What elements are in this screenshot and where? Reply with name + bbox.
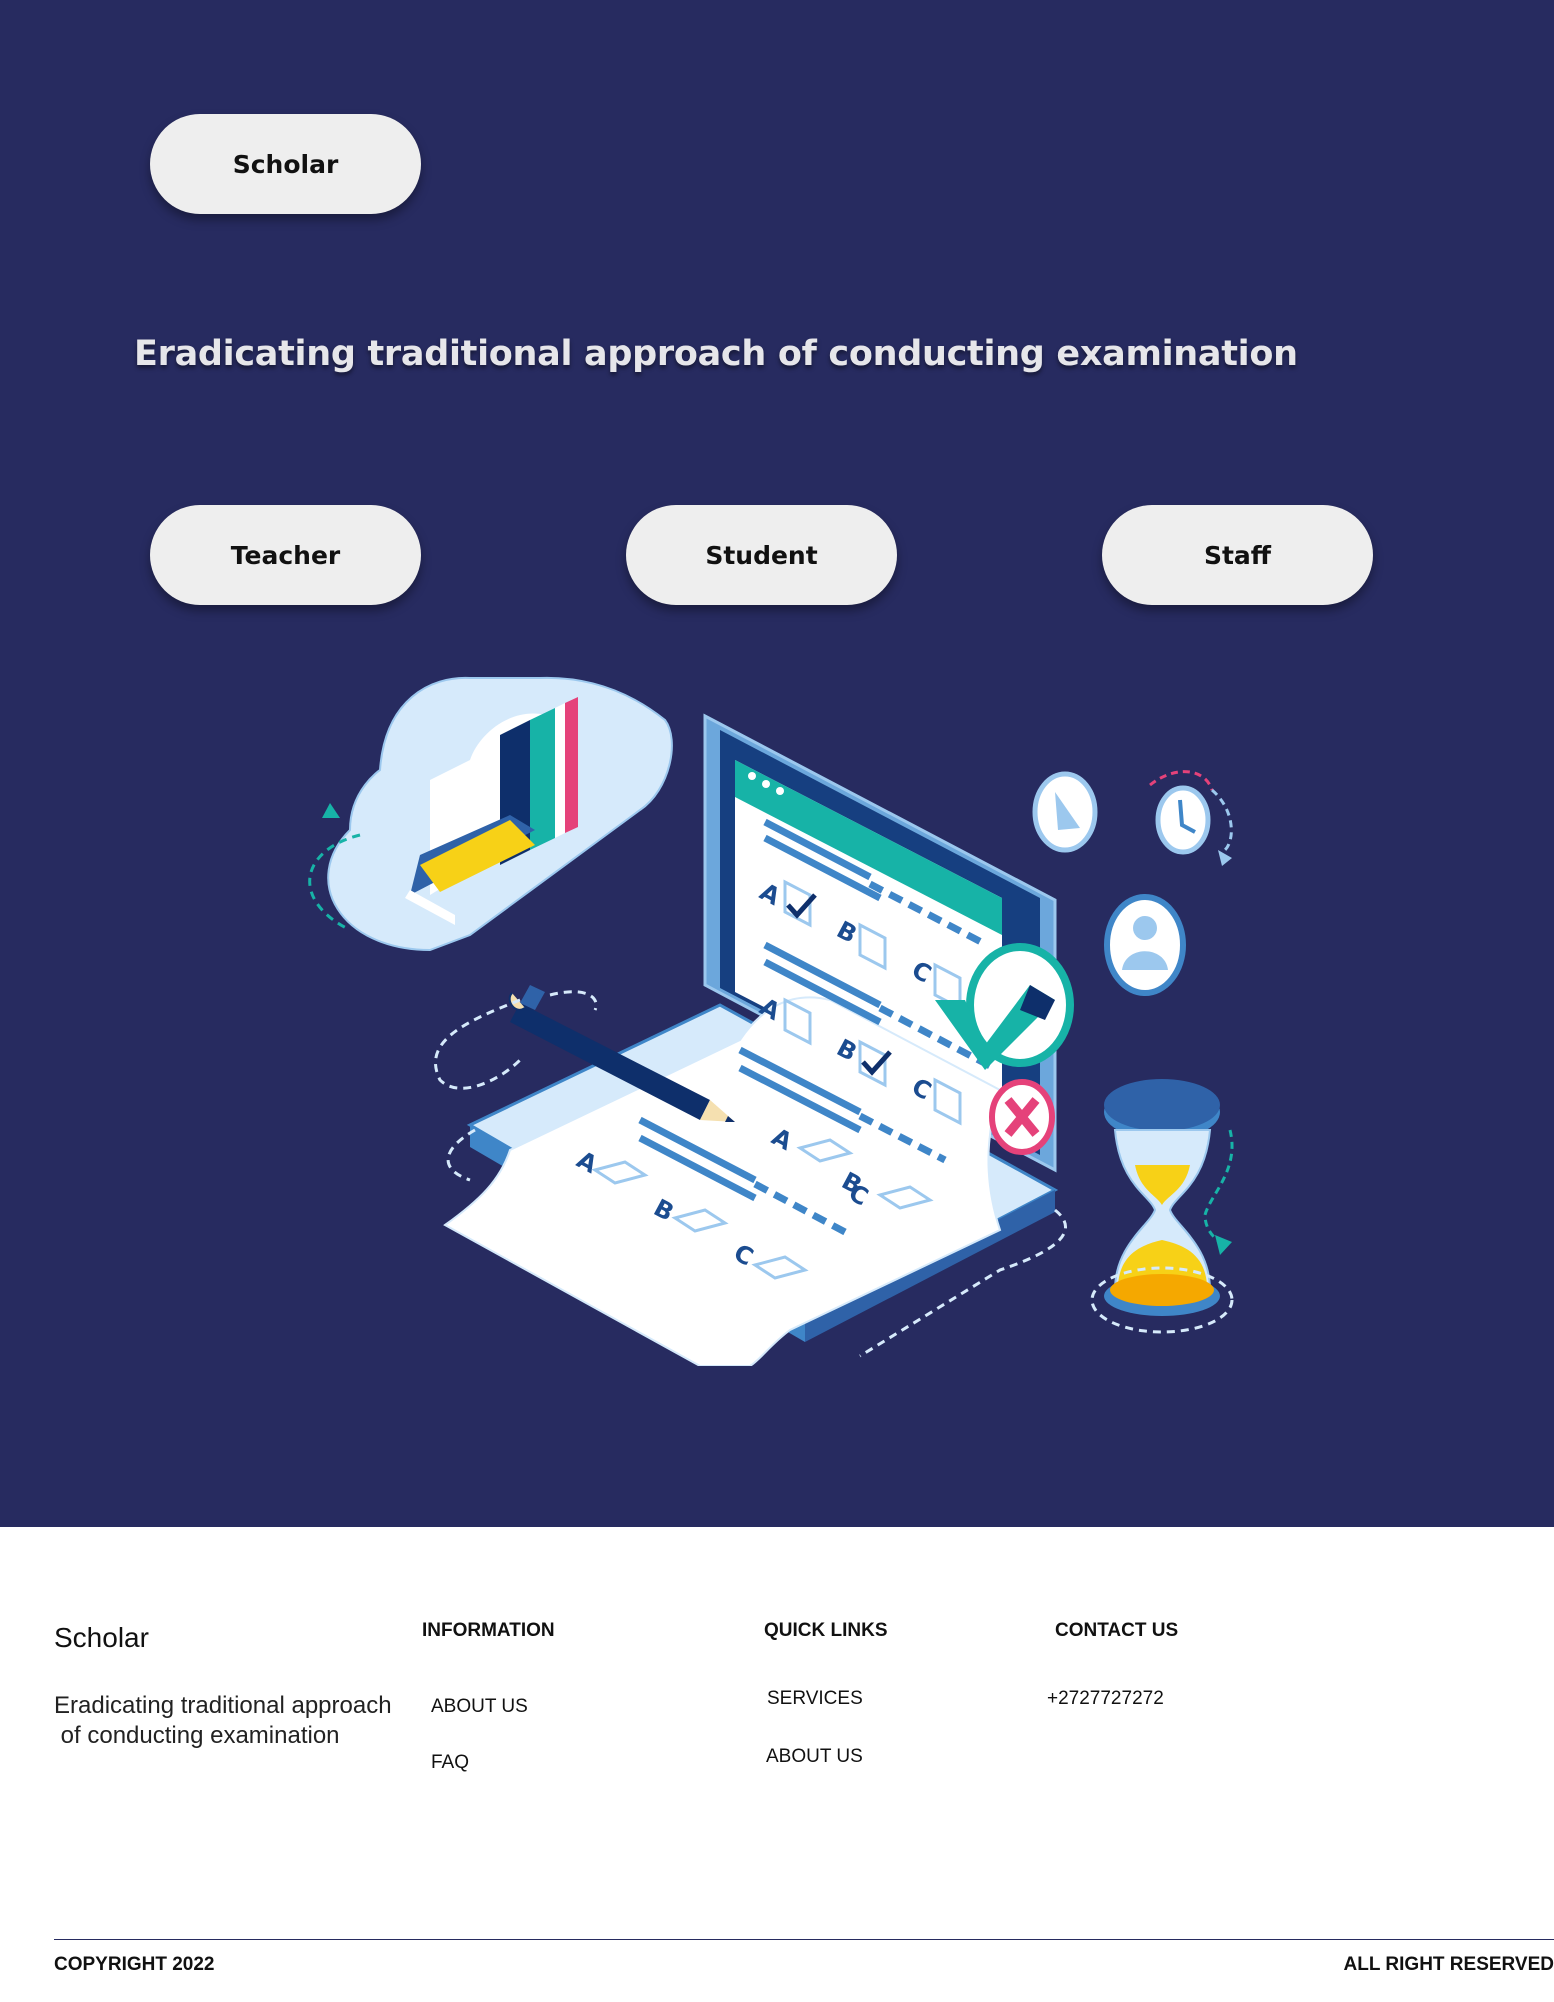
cross-badge-icon (989, 1079, 1055, 1155)
quick-links-heading: QUICK LINKS (764, 1620, 888, 1641)
hourglass-icon (1090, 1079, 1234, 1334)
teacher-button[interactable]: Teacher (150, 505, 421, 605)
footer-description: Eradicating traditional approach of cond… (54, 1692, 392, 1749)
information-heading: INFORMATION (422, 1620, 555, 1641)
contact-phone[interactable]: +2727727272 (1047, 1688, 1164, 1710)
cloud-books-icon (308, 676, 673, 952)
contact-heading: CONTACT US (1055, 1620, 1179, 1641)
quick-about-us-link[interactable]: ABOUT US (766, 1746, 863, 1768)
online-exam-illustration: A B C A B C A B A B C C (308, 676, 1234, 1366)
staff-button[interactable]: Staff (1102, 505, 1373, 605)
clock-icon (1149, 770, 1233, 866)
about-us-link[interactable]: ABOUT US (431, 1696, 528, 1718)
pie-chart-icon (1032, 771, 1098, 853)
footer-divider (54, 1939, 1554, 1940)
rights-text: ALL RIGHT RESERVED (1343, 1954, 1554, 1975)
services-link[interactable]: SERVICES (767, 1688, 863, 1710)
hero-headline: Eradicating traditional approach of cond… (134, 334, 1298, 374)
student-button[interactable]: Student (626, 505, 897, 605)
scholar-brand-button[interactable]: Scholar (150, 114, 421, 214)
hero-section: Scholar Eradicating traditional approach… (0, 0, 1554, 1527)
user-avatar-icon (1104, 894, 1186, 996)
faq-link[interactable]: FAQ (431, 1752, 469, 1774)
footer-brand: Scholar (54, 1622, 149, 1653)
copyright-text: COPYRIGHT 2022 (54, 1954, 215, 1975)
